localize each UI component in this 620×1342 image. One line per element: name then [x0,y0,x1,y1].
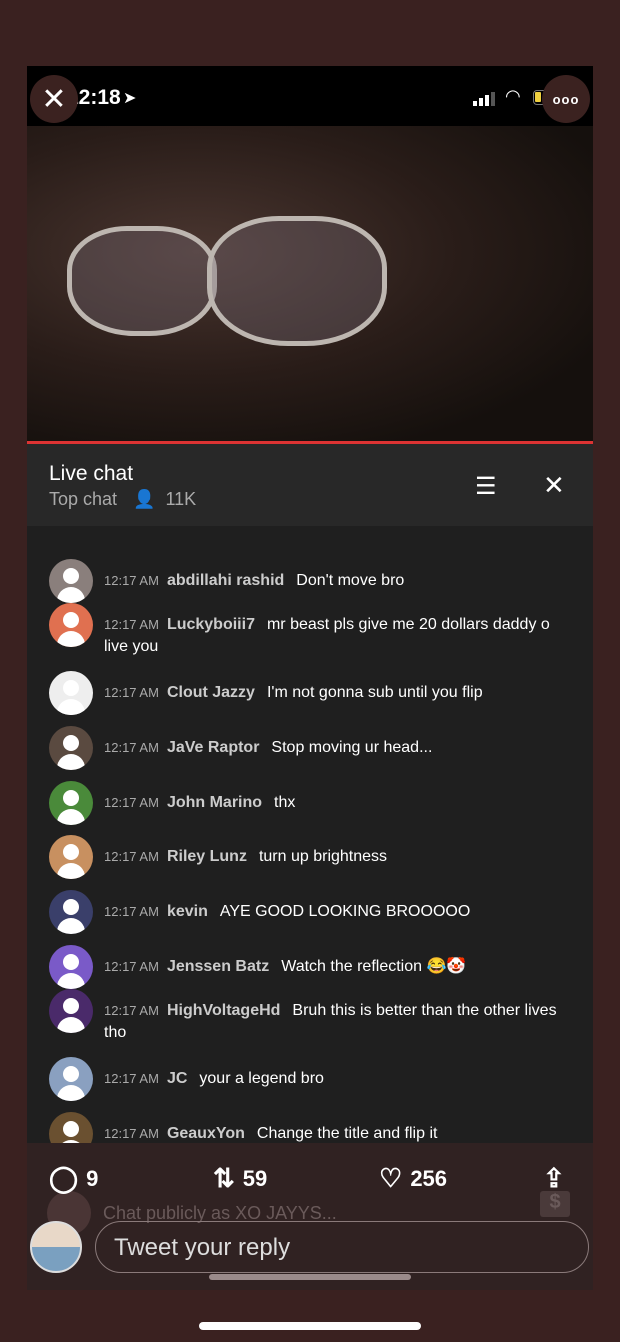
message-time: 12:17 AM [104,959,159,974]
chat-message[interactable]: 12:17 AM Luckyboiii7 mr beast pls give me … [49,603,569,658]
progress-home-bar [209,1274,411,1280]
chat-message[interactable]: 12:17 AM GeauxYon Change the title and fli… [49,1112,569,1143]
chat-message[interactable]: 12:17 AM Clout Jazzy I'm not gonna sub unt… [49,671,569,715]
viewer-icon: 👤 [133,489,156,509]
author-avatar[interactable] [49,671,93,715]
message-author[interactable]: HighVoltageHd [167,1002,280,1019]
chat-message[interactable]: 12:17 AM Riley Lunz turn up brightness [49,835,569,879]
message-time: 12:17 AM [104,1071,159,1086]
like-button[interactable]: ♡ 256 [379,1163,447,1194]
author-avatar[interactable] [49,835,93,879]
close-button[interactable]: ✕ [30,75,78,123]
retweet-count: 59 [242,1165,268,1191]
author-avatar[interactable] [49,559,93,603]
message-author[interactable]: Jenssen Batz [167,958,269,975]
message-time: 12:17 AM [104,1126,159,1141]
message-time: 12:17 AM [104,795,159,810]
chat-message[interactable]: 12:17 AM Jenssen Batz Watch the reflection… [49,945,569,989]
message-author[interactable]: GeauxYon [167,1125,245,1142]
author-avatar[interactable] [49,1057,93,1101]
share-icon: ⇪ [543,1163,565,1193]
reply-icon: ◯ [49,1163,79,1193]
message-author[interactable]: John Marino [167,794,262,811]
message-text: thx [274,794,296,811]
video-player[interactable] [27,126,593,441]
message-text: turn up brightness [258,848,388,865]
author-avatar[interactable] [49,945,93,989]
author-avatar[interactable] [49,1112,93,1143]
message-text: Stop moving ur head... [271,739,433,756]
home-indicator [199,1322,421,1330]
message-text: Don't move bro [296,572,405,589]
user-avatar[interactable] [30,1221,82,1273]
filter-settings-button[interactable]: ☰ [475,472,497,501]
message-author[interactable]: JaVe Raptor [167,739,259,756]
chat-message-list[interactable]: 12:17 AM abdillahi rashid Don't move bro 1… [27,526,593,1143]
chat-message[interactable]: 12:17 AM JaVe Raptor Stop moving ur head..… [49,726,569,770]
message-author[interactable]: abdillahi rashid [167,572,284,589]
message-time: 12:17 AM [104,849,159,864]
chat-message[interactable]: 12:17 AM John Marino thx [49,781,569,825]
chat-message[interactable]: 12:17 AM kevin AYE GOOD LOOKING BROOOOO [49,890,569,934]
message-text: Change the title and flip it [256,1125,438,1142]
message-author[interactable]: Clout Jazzy [167,684,255,701]
heart-icon: ♡ [379,1163,403,1193]
super-chat-button[interactable]: $ [540,1191,570,1217]
message-author[interactable]: Riley Lunz [167,848,247,865]
chat-title: Live chat [49,462,134,485]
screen: 12:18 ➤ ◠ ✕ ooo Live chat Top chat 👤 11K… [27,66,593,1290]
close-chat-button[interactable]: ✕ [543,470,565,501]
message-author[interactable]: kevin [167,903,208,920]
retweet-button[interactable]: ⇅ 59 [213,1163,267,1194]
chat-message[interactable]: 12:17 AM abdillahi rashid Don't move bro [49,559,569,603]
reply-placeholder: Tweet your reply [114,1234,291,1261]
message-text: I'm not gonna sub until you flip [266,684,483,701]
retweet-icon: ⇅ [213,1163,235,1193]
message-text: your a legend bro [199,1070,324,1087]
status-bar: 12:18 ➤ ◠ ✕ ooo [27,66,593,126]
message-author[interactable]: Luckyboiii7 [167,616,255,633]
live-chat-header: Live chat Top chat 👤 11K ☰ ✕ [27,444,593,526]
author-avatar[interactable] [49,989,93,1033]
message-time: 12:17 AM [104,740,159,755]
reply-count: 9 [86,1165,99,1191]
message-text: Watch the reflection 😂🤡 [281,958,467,975]
message-time: 12:17 AM [104,573,159,588]
author-avatar[interactable] [49,781,93,825]
message-text: AYE GOOD LOOKING BROOOOO [219,903,471,920]
location-icon: ➤ [123,90,137,107]
like-count: 256 [410,1165,448,1191]
message-time: 12:17 AM [104,685,159,700]
author-avatar[interactable] [49,603,93,647]
video-frame [67,226,217,336]
message-time: 12:17 AM [104,1003,159,1018]
share-button[interactable]: ⇪ [543,1163,565,1194]
tweet-reply-input[interactable]: Tweet your reply [95,1221,589,1273]
message-author[interactable]: JC [167,1070,187,1087]
top-chat-selector[interactable]: Top chat [49,489,117,510]
chat-message[interactable]: 12:17 AM HighVoltageHd Bruh this is better… [49,989,569,1044]
viewer-count: 11K [165,489,197,509]
author-avatar[interactable] [49,726,93,770]
chat-message[interactable]: 12:17 AM JC your a legend bro [49,1057,569,1101]
more-options-button[interactable]: ooo [542,75,590,123]
wifi-icon: ◠ [505,86,521,106]
message-time: 12:17 AM [104,904,159,919]
author-avatar[interactable] [49,890,93,934]
message-time: 12:17 AM [104,617,159,632]
reply-button[interactable]: ◯ 9 [49,1163,98,1194]
signal-icon [473,92,495,106]
